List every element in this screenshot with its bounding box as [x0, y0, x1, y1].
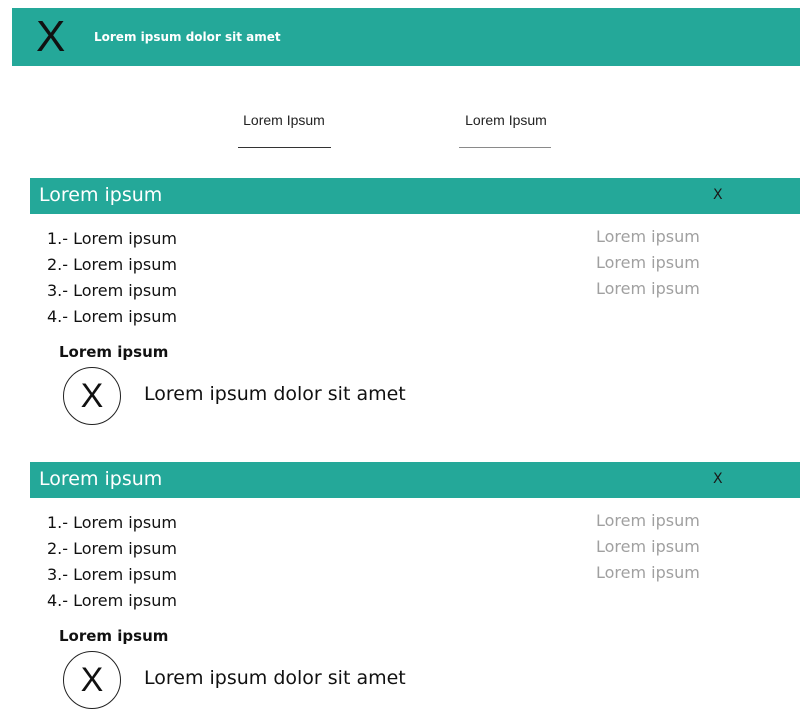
- list-item: 1.- Lorem ipsum: [47, 513, 177, 532]
- side-list: Lorem ipsum Lorem ipsum Lorem ipsum: [596, 508, 700, 586]
- side-list-item: Lorem ipsum: [596, 511, 700, 530]
- card-title: Lorem ipsum: [39, 468, 163, 490]
- tab-2[interactable]: Lorem Ipsum: [454, 112, 558, 148]
- side-list-item: Lorem ipsum: [596, 227, 700, 246]
- tab-underline: [459, 147, 551, 148]
- side-list: Lorem ipsum Lorem ipsum Lorem ipsum: [596, 224, 700, 302]
- list-item: 2.- Lorem ipsum: [47, 255, 177, 274]
- circle-caption: Lorem ipsum dolor sit amet: [144, 383, 406, 405]
- tab-1[interactable]: Lorem Ipsum: [232, 112, 336, 148]
- numbered-list: 1.- Lorem ipsum 2.- Lorem ipsum 3.- Lore…: [47, 226, 177, 330]
- numbered-list: 1.- Lorem ipsum 2.- Lorem ipsum 3.- Lore…: [47, 510, 177, 614]
- tab-underline: [238, 147, 331, 148]
- close-icon[interactable]: X: [713, 471, 723, 487]
- card-header: Lorem ipsum X: [30, 178, 800, 214]
- close-circle-icon[interactable]: X: [63, 367, 121, 425]
- close-icon[interactable]: X: [36, 14, 65, 60]
- section-heading: Lorem ipsum: [59, 343, 169, 361]
- list-item: 2.- Lorem ipsum: [47, 539, 177, 558]
- list-item: 1.- Lorem ipsum: [47, 229, 177, 248]
- card-title: Lorem ipsum: [39, 184, 163, 206]
- close-circle-icon[interactable]: X: [63, 651, 121, 709]
- tab-label: Lorem Ipsum: [243, 112, 325, 128]
- side-list-item: Lorem ipsum: [596, 279, 700, 298]
- side-list-item: Lorem ipsum: [596, 563, 700, 582]
- card-header: Lorem ipsum X: [30, 462, 800, 498]
- list-item: 4.- Lorem ipsum: [47, 591, 177, 610]
- card-1: Lorem ipsum X 1.- Lorem ipsum 2.- Lorem …: [30, 178, 800, 438]
- circle-caption: Lorem ipsum dolor sit amet: [144, 667, 406, 689]
- side-list-item: Lorem ipsum: [596, 253, 700, 272]
- section-heading: Lorem ipsum: [59, 627, 169, 645]
- list-item: 3.- Lorem ipsum: [47, 281, 177, 300]
- app-title: Lorem ipsum dolor sit amet: [94, 30, 281, 44]
- list-item: 3.- Lorem ipsum: [47, 565, 177, 584]
- side-list-item: Lorem ipsum: [596, 537, 700, 556]
- top-app-bar: X Lorem ipsum dolor sit amet: [12, 8, 800, 66]
- list-item: 4.- Lorem ipsum: [47, 307, 177, 326]
- tab-label: Lorem Ipsum: [465, 112, 547, 128]
- card-2: Lorem ipsum X 1.- Lorem ipsum 2.- Lorem …: [30, 462, 800, 722]
- close-icon[interactable]: X: [713, 187, 723, 203]
